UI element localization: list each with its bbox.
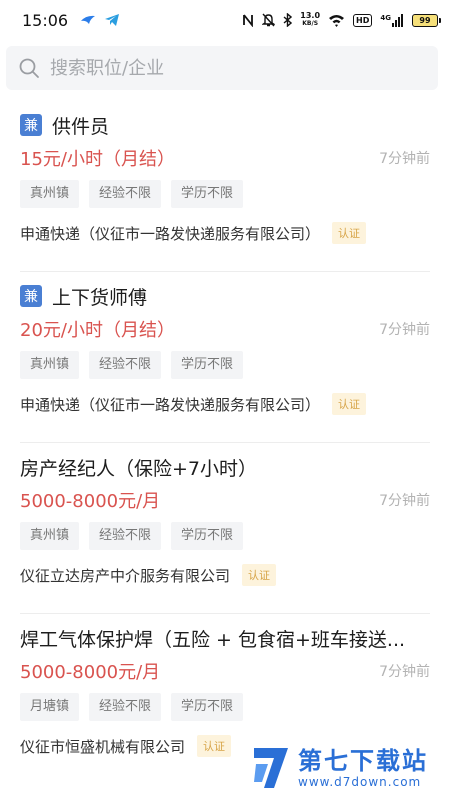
bluetooth-icon [283,13,293,27]
status-app-icons [80,13,120,27]
job-title: 供件员 [52,115,110,138]
job-company: 申通快递（仪征市一路发快递服务有限公司） [20,224,321,243]
job-tag-location: 月塘镇 [20,693,80,721]
job-title: 上下货师傅 [52,286,148,309]
verified-badge: 认证 [197,735,232,757]
hd-badge: HD [353,13,373,27]
job-tag-location: 真州镇 [20,180,80,208]
job-tag-experience: 经验不限 [89,351,162,379]
job-title-row: 兼 供件员 [20,112,430,138]
part-time-badge: 兼 [20,114,42,136]
signal-bars-icon [392,13,403,27]
status-bar: 15:06 13.0 KB/S HD 4G 99 [0,0,450,40]
job-tags: 真州镇 经验不限 学历不限 [20,351,430,379]
part-time-badge: 兼 [20,285,42,307]
job-tags: 真州镇 经验不限 学历不限 [20,522,430,550]
signal-label: 4G [380,13,391,22]
job-company-row: 申通快递（仪征市一路发快递服务有限公司） 认证 [20,391,430,417]
job-tag-education: 学历不限 [171,522,244,550]
job-salary-row: 15元/小时（月结） 7分钟前 [20,140,430,176]
battery-level: 99 [419,15,431,25]
battery-icon: 99 [412,13,441,27]
job-post-time: 7分钟前 [379,493,430,509]
search-input[interactable] [50,57,410,79]
net-speed-value: 13.0 [300,11,321,20]
job-salary: 20元/小时（月结） [20,320,175,341]
job-tags: 真州镇 经验不限 学历不限 [20,180,430,208]
net-speed: 13.0 KB/S [300,12,320,28]
job-tag-education: 学历不限 [171,351,244,379]
job-company: 仪征市恒盛机械有限公司 [20,737,186,756]
job-tag-location: 真州镇 [20,522,80,550]
job-tag-experience: 经验不限 [89,180,162,208]
watermark-logo-icon [254,748,288,788]
job-title-row: 焊工气体保护焊（五险 + 包食宿+班车接送... [20,625,430,651]
watermark-text: 第七下载站 www.d7down.com [298,747,428,789]
job-company-row: 申通快递（仪征市一路发快递服务有限公司） 认证 [20,220,430,246]
verified-badge: 认证 [332,222,367,244]
job-tags: 月塘镇 经验不限 学历不限 [20,693,430,721]
watermark-url: www.d7down.com [298,775,422,789]
job-tag-education: 学历不限 [171,180,244,208]
job-title-row: 兼 上下货师傅 [20,283,430,309]
job-salary-row: 20元/小时（月结） 7分钟前 [20,311,430,347]
watermark-name: 第七下载站 [298,747,428,775]
job-company: 仪征立达房产中介服务有限公司 [20,566,231,585]
job-card[interactable]: 房产经纪人（保险+7小时） 5000-8000元/月 7分钟前 真州镇 经验不限… [0,442,450,613]
job-salary: 15元/小时（月结） [20,149,175,170]
job-salary-row: 5000-8000元/月 7分钟前 [20,653,430,689]
verified-badge: 认证 [332,393,367,415]
job-card[interactable]: 兼 供件员 15元/小时（月结） 7分钟前 真州镇 经验不限 学历不限 申通快递… [0,100,450,271]
job-post-time: 7分钟前 [379,664,430,680]
job-company-row: 仪征立达房产中介服务有限公司 认证 [20,562,430,588]
job-card[interactable]: 兼 上下货师傅 20元/小时（月结） 7分钟前 真州镇 经验不限 学历不限 申通… [0,271,450,442]
net-speed-unit: KB/S [302,20,319,27]
status-time: 15:06 [22,10,69,30]
job-company: 申通快递（仪征市一路发快递服务有限公司） [20,395,321,414]
job-post-time: 7分钟前 [379,322,430,338]
job-salary: 5000-8000元/月 [20,491,161,512]
job-post-time: 7分钟前 [379,151,430,167]
nfc-icon [243,14,254,27]
job-salary-row: 5000-8000元/月 7分钟前 [20,482,430,518]
job-title: 焊工气体保护焊（五险 + 包食宿+班车接送... [20,628,406,651]
job-list: 兼 供件员 15元/小时（月结） 7分钟前 真州镇 经验不限 学历不限 申通快递… [0,100,450,784]
telegram-icon [105,14,120,26]
job-tag-experience: 经验不限 [89,522,162,550]
cell-signal: 4G [380,13,404,27]
bird-app-icon [81,15,96,24]
status-right: 13.0 KB/S HD 4G 99 [242,12,441,28]
mute-bell-icon [262,13,276,27]
job-tag-location: 真州镇 [20,351,80,379]
job-tag-education: 学历不限 [171,693,244,721]
search-bar[interactable] [6,46,438,90]
job-salary: 5000-8000元/月 [20,662,161,683]
job-title-row: 房产经纪人（保险+7小时） [20,454,430,480]
search-icon [19,58,39,78]
site-watermark: 第七下载站 www.d7down.com [250,740,446,796]
wifi-icon [329,14,345,27]
job-title: 房产经纪人（保险+7小时） [20,457,258,480]
verified-badge: 认证 [242,564,277,586]
job-tag-experience: 经验不限 [89,693,162,721]
